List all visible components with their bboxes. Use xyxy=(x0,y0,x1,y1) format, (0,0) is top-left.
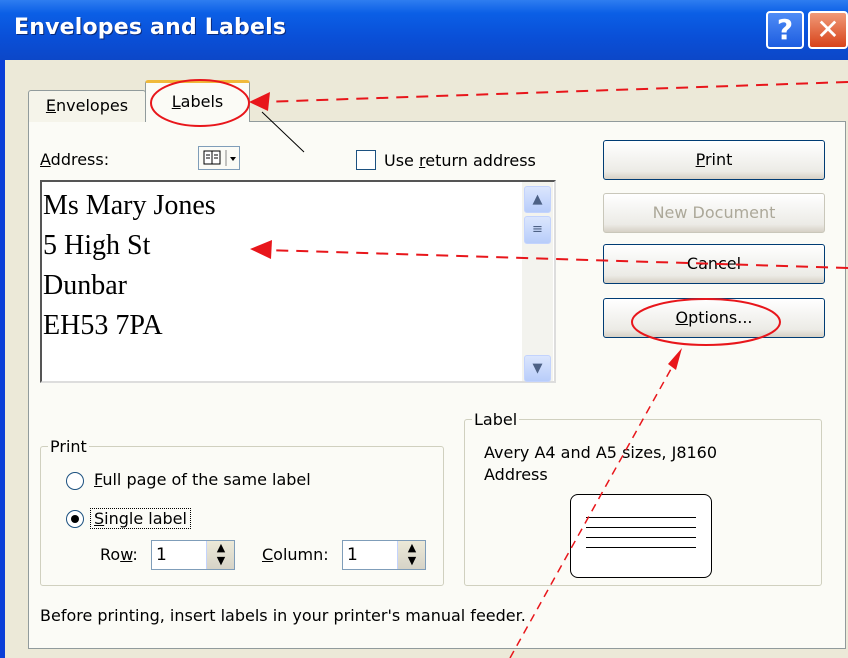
tab-envelopes-label: nvelopes xyxy=(56,96,129,115)
address-label: Address: xyxy=(40,150,109,169)
address-book-icon[interactable] xyxy=(198,146,240,170)
dialog-title: Envelopes and Labels xyxy=(14,15,287,40)
single-label-text: ingle label xyxy=(104,509,187,528)
options-button-label: ptions... xyxy=(688,308,753,327)
single-label-accel: S xyxy=(94,509,105,528)
cancel-button[interactable]: Cancel xyxy=(603,244,825,284)
row-label-post: : xyxy=(132,545,138,564)
full-page-radio[interactable] xyxy=(66,472,84,490)
options-button-accel: O xyxy=(675,308,689,327)
label-preview-line xyxy=(586,547,696,548)
label-group-legend: Label xyxy=(472,410,520,429)
address-line: Ms Mary Jones xyxy=(43,190,216,221)
options-button[interactable]: Options... xyxy=(603,298,825,338)
use-return-address-label[interactable]: Use return address xyxy=(384,151,536,170)
new-document-button[interactable]: New Document xyxy=(603,193,825,233)
address-label-accel: A xyxy=(40,150,51,169)
tab-envelopes[interactable]: Envelopes xyxy=(28,90,146,122)
use-return-address-checkbox[interactable] xyxy=(356,150,376,170)
column-spinner[interactable]: 1 ▲ ▼ xyxy=(342,540,426,570)
label-preview-line xyxy=(586,517,696,518)
printer-instruction-note: Before printing, insert labels in your p… xyxy=(40,606,526,625)
scroll-up-icon[interactable]: ▲ xyxy=(524,186,551,213)
address-line: 5 High St xyxy=(43,230,151,261)
print-button[interactable]: Print xyxy=(603,140,825,180)
column-value: 1 xyxy=(347,545,358,565)
tab-envelopes-accel: E xyxy=(45,96,57,115)
row-label: Row: xyxy=(100,545,138,564)
address-book-icon-glyph xyxy=(203,150,236,166)
print-group-legend: Print xyxy=(48,437,89,456)
row-up-icon[interactable]: ▲ xyxy=(207,541,235,554)
column-label-accel: C xyxy=(262,545,274,564)
row-spinner-buttons[interactable]: ▲ ▼ xyxy=(206,541,234,569)
tab-labels-accel: L xyxy=(171,92,181,111)
label-preview-icon[interactable] xyxy=(570,494,712,578)
row-down-icon[interactable]: ▼ xyxy=(207,554,235,567)
row-label-pre: Ro xyxy=(100,545,121,564)
column-label-text: olumn: xyxy=(273,545,329,564)
address-label-text: ddress: xyxy=(50,150,110,169)
use-return-rest: eturn address xyxy=(425,151,536,170)
scroll-thumb[interactable]: ≡ xyxy=(524,216,551,244)
column-label: Column: xyxy=(262,545,329,564)
single-label-label[interactable]: Single label xyxy=(90,508,191,529)
column-down-icon[interactable]: ▼ xyxy=(398,554,426,567)
label-description[interactable]: Avery A4 and A5 sizes, J8160 Address xyxy=(484,442,717,486)
column-spinner-buttons[interactable]: ▲ ▼ xyxy=(397,541,425,569)
tab-labels[interactable]: Labels xyxy=(145,80,250,122)
row-label-accel: w xyxy=(120,545,133,564)
label-preview-line xyxy=(586,537,696,538)
full-page-label[interactable]: Full page of the same label xyxy=(94,470,311,489)
full-page-text: ull page of the same label xyxy=(102,470,311,489)
tab-labels-label: abels xyxy=(180,92,224,111)
address-line: Dunbar xyxy=(43,270,127,301)
use-return-pre: Use xyxy=(384,151,419,170)
row-value: 1 xyxy=(156,545,167,565)
label-preview-line xyxy=(586,527,696,528)
close-button[interactable]: ✕ xyxy=(808,11,848,49)
help-button[interactable]: ? xyxy=(766,11,804,49)
print-button-label: rint xyxy=(704,150,733,169)
column-up-icon[interactable]: ▲ xyxy=(398,541,426,554)
address-line: EH53 7PA xyxy=(43,310,163,341)
scroll-down-icon[interactable]: ▼ xyxy=(524,355,551,382)
print-button-accel: P xyxy=(695,150,705,169)
single-label-radio-dot xyxy=(71,515,79,523)
row-spinner[interactable]: 1 ▲ ▼ xyxy=(151,540,235,570)
